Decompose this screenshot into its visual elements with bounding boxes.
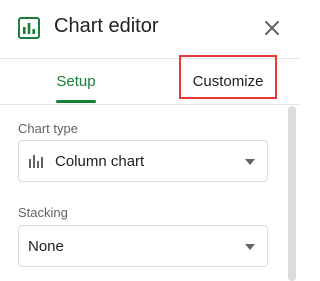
close-icon[interactable]: [260, 16, 284, 40]
chart-type-value: Column chart: [55, 153, 145, 170]
active-tab-indicator: [56, 100, 96, 103]
tabs-divider: [0, 104, 300, 105]
stacking-value: None: [28, 238, 64, 255]
tab-setup-label: Setup: [56, 73, 96, 90]
chart-icon: [18, 17, 40, 39]
scrollbar-thumb[interactable]: [288, 106, 296, 281]
customize-highlight-box: [179, 55, 277, 99]
tab-setup[interactable]: Setup: [38, 59, 114, 103]
scrollbar[interactable]: [286, 106, 296, 281]
panel-header: Chart editor: [0, 0, 300, 58]
stacking-select[interactable]: None: [18, 225, 268, 267]
chevron-down-icon: [245, 244, 255, 250]
chevron-down-icon: [245, 159, 255, 165]
chart-type-label: Chart type: [18, 121, 78, 136]
chart-type-select[interactable]: Column chart: [18, 140, 268, 182]
chart-editor-panel: Chart editor Setup Customize Chart type …: [0, 0, 300, 281]
column-chart-icon: [29, 155, 43, 168]
panel-title: Chart editor: [54, 15, 159, 37]
stacking-label: Stacking: [18, 205, 68, 220]
